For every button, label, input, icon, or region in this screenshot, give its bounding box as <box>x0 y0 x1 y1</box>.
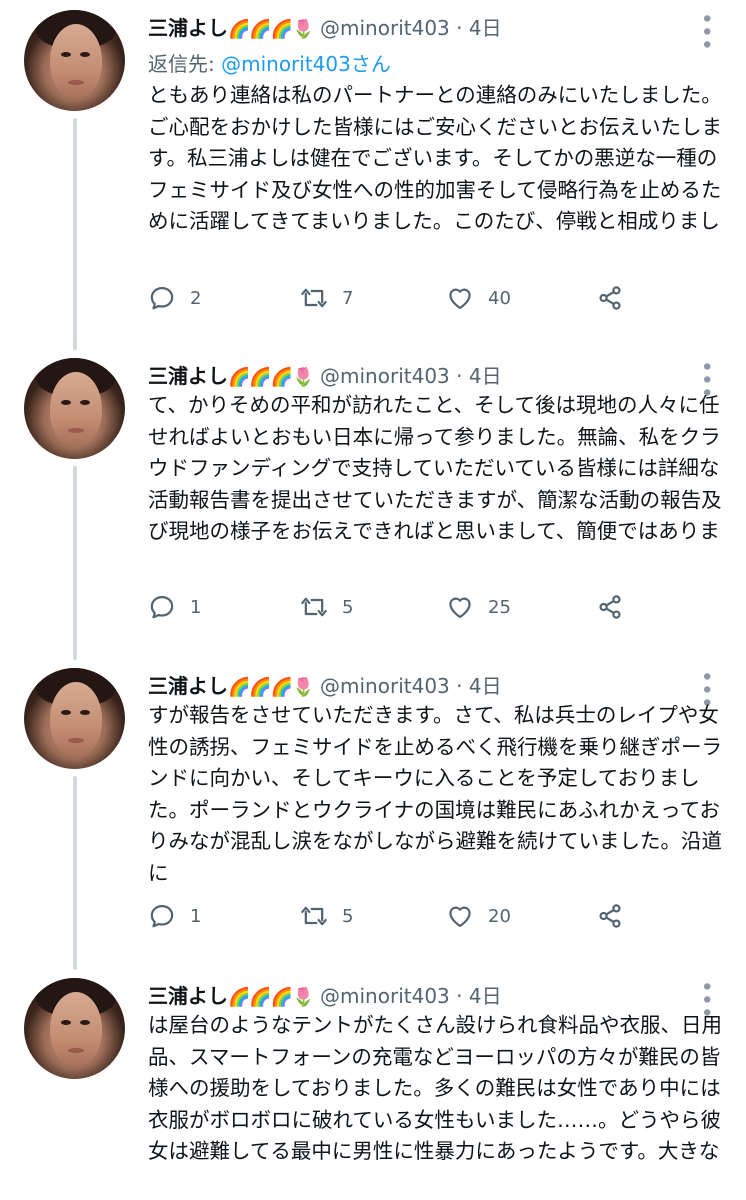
reply-icon <box>150 286 174 310</box>
retweet-button[interactable]: 5 <box>300 592 353 622</box>
tweet-header: 三浦よし🌈🌈🌈🌷 @minorit403 · 4日 <box>148 14 502 44</box>
reply-count: 1 <box>190 596 202 618</box>
tweet-text: は屋台のようなテントがたくさん設けられ食料品や衣服、日用品、スマートフォーンの充… <box>148 1013 722 1163</box>
like-button[interactable]: 20 <box>446 901 511 931</box>
reply-count: 2 <box>190 287 202 309</box>
share-button[interactable] <box>596 592 624 622</box>
name-emojis: 🌈🌈🌈🌷 <box>228 987 315 1008</box>
user-handle[interactable]: @minorit403 <box>320 674 450 698</box>
separator-dot: · <box>456 674 463 698</box>
tweet[interactable]: 三浦よし🌈🌈🌈🌷 @minorit403 · 4日 ••• て、かりそめの平和が… <box>0 358 746 648</box>
like-count: 40 <box>488 287 511 309</box>
user-handle[interactable]: @minorit403 <box>320 364 450 388</box>
tweet[interactable]: 三浦よし🌈🌈🌈🌷 @minorit403 · 4日 ••• 返信先: @mino… <box>0 10 746 340</box>
like-count: 25 <box>488 596 511 618</box>
share-icon <box>599 286 621 310</box>
like-icon <box>449 597 471 619</box>
share-button[interactable] <box>596 283 624 313</box>
like-icon <box>449 906 471 928</box>
retweet-button[interactable]: 7 <box>300 283 353 313</box>
retweet-count: 5 <box>342 596 354 618</box>
user-handle[interactable]: @minorit403 <box>320 16 450 40</box>
retweet-button[interactable]: 5 <box>300 901 353 931</box>
like-button[interactable]: 25 <box>446 592 511 622</box>
reply-count: 1 <box>190 905 202 927</box>
tweet-text: ともあり連絡は私のパートナーとの連絡のみにいたしました。ご心配をおかけした皆様に… <box>148 83 722 233</box>
separator-dot: · <box>456 16 463 40</box>
retweet-icon <box>301 288 327 308</box>
reply-mention-link[interactable]: @minorit403さん <box>221 52 391 76</box>
tweet[interactable]: 三浦よし🌈🌈🌈🌷 @minorit403 · 4日 ••• すが報告をさせていた… <box>0 668 746 958</box>
display-name[interactable]: 三浦よし <box>148 364 228 388</box>
replying-to: 返信先: @minorit403さん <box>148 50 391 78</box>
share-icon <box>599 904 621 928</box>
tweet-actions: 1 5 25 <box>148 592 648 622</box>
name-emojis: 🌈🌈🌈🌷 <box>228 367 315 388</box>
retweet-count: 5 <box>342 905 354 927</box>
like-count: 20 <box>488 905 511 927</box>
more-icon[interactable]: ••• <box>693 12 718 51</box>
timestamp[interactable]: 4日 <box>469 984 502 1008</box>
tweet-header: 三浦よし🌈🌈🌈🌷 @minorit403 · 4日 <box>148 982 502 1012</box>
name-emojis: 🌈🌈🌈🌷 <box>228 19 315 40</box>
separator-dot: · <box>456 364 463 388</box>
avatar[interactable] <box>24 978 125 1079</box>
like-icon <box>449 288 471 310</box>
timestamp[interactable]: 4日 <box>469 16 502 40</box>
share-button[interactable] <box>596 901 624 931</box>
name-emojis: 🌈🌈🌈🌷 <box>228 677 315 698</box>
tweet-header: 三浦よし🌈🌈🌈🌷 @minorit403 · 4日 <box>148 672 502 702</box>
reply-button[interactable]: 1 <box>148 592 201 622</box>
tweet-header: 三浦よし🌈🌈🌈🌷 @minorit403 · 4日 <box>148 362 502 392</box>
like-button[interactable]: 40 <box>446 283 511 313</box>
timestamp[interactable]: 4日 <box>469 364 502 388</box>
reply-icon <box>150 904 174 928</box>
display-name[interactable]: 三浦よし <box>148 674 228 698</box>
avatar[interactable] <box>24 358 125 459</box>
retweet-icon <box>301 597 327 617</box>
timestamp[interactable]: 4日 <box>469 674 502 698</box>
avatar[interactable] <box>24 10 125 111</box>
display-name[interactable]: 三浦よし <box>148 984 228 1008</box>
user-handle[interactable]: @minorit403 <box>320 984 450 1008</box>
tweet-text: て、かりそめの平和が訪れたこと、そして後は現地の人々に任せればよいとおもい日本に… <box>148 393 722 543</box>
display-name[interactable]: 三浦よし <box>148 16 228 40</box>
retweet-icon <box>301 906 327 926</box>
tweet-actions: 2 7 40 <box>148 283 648 313</box>
tweet-text: すが報告をさせていただきます。さて、私は兵士のレイプや女性の誘拐、フェミサイドを… <box>148 703 722 885</box>
retweet-count: 7 <box>342 287 354 309</box>
tweet-actions: 1 5 20 <box>148 901 648 931</box>
reply-prefix: 返信先: <box>148 52 222 76</box>
tweet[interactable]: 三浦よし🌈🌈🌈🌷 @minorit403 · 4日 ••• は屋台のようなテント… <box>0 978 746 1200</box>
reply-button[interactable]: 2 <box>148 283 201 313</box>
reply-button[interactable]: 1 <box>148 901 201 931</box>
avatar[interactable] <box>24 668 125 769</box>
share-icon <box>599 595 621 619</box>
reply-icon <box>150 595 174 619</box>
separator-dot: · <box>456 984 463 1008</box>
